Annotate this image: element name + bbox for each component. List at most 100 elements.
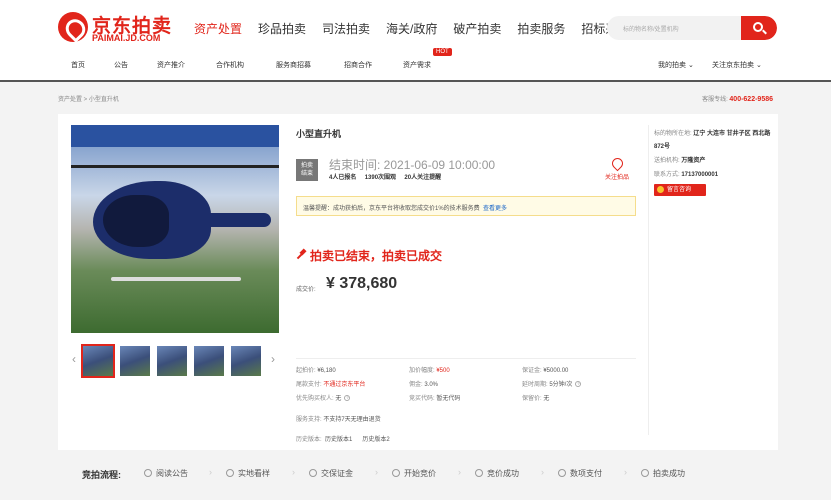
breadcrumb[interactable]: 资产处置 > 小型直升机: [58, 94, 119, 103]
thumbnail[interactable]: [194, 346, 224, 376]
helicopter-tail: [201, 213, 271, 227]
document-icon: [144, 469, 152, 477]
chevron-right-icon: ›: [292, 467, 295, 477]
view-count: 1390次围观: [364, 175, 397, 181]
subnav-announcement[interactable]: 公告: [114, 60, 128, 70]
final-price-label: 成交价:: [296, 287, 316, 293]
message-consult-button[interactable]: 留言咨询: [654, 184, 706, 196]
nav-bankruptcy-auction[interactable]: 破产拍卖: [453, 20, 501, 37]
subnav-home[interactable]: 首页: [71, 60, 85, 70]
nav-treasure-auction[interactable]: 珍品拍卖: [258, 20, 306, 37]
notice-more-link[interactable]: 查看更多: [483, 206, 507, 212]
helicopter-skid: [111, 277, 241, 281]
hot-badge: HOT: [433, 48, 452, 56]
badge-line2: 结束: [300, 171, 313, 177]
signup-count: 4人已报名: [329, 175, 357, 181]
item-title: 小型直升机: [296, 129, 342, 139]
notice-text: 温馨提醒：成功获拍后，京东平台将收取您成交价1%的技术服务费: [303, 206, 480, 212]
item-main-image[interactable]: [71, 125, 279, 333]
subnav-asset-promotion[interactable]: 资产推介: [157, 60, 185, 70]
deposit-icon: [309, 469, 317, 477]
flow-step-deposit: 交保证金: [309, 468, 353, 479]
logo-icon: [58, 12, 88, 42]
subnav-partner-agencies[interactable]: 合作机构: [216, 60, 244, 70]
service-support: 服务支持: 不支持7天无理由退货: [296, 417, 381, 423]
priority-buyer: 优先购买权人: 无?: [296, 395, 351, 402]
search-icon: [753, 22, 763, 32]
hotline-number: 400-622-9586: [729, 96, 773, 103]
help-icon[interactable]: ?: [344, 395, 351, 402]
delay-period: 延时周期: 5分钟/次?: [522, 381, 582, 388]
nav-asset-disposal[interactable]: 资产处置: [194, 20, 242, 37]
flow-step-inspect: 实地看样: [226, 468, 270, 479]
search-box: 标的物名称/处置机构: [607, 16, 777, 40]
jd-paimai-logo[interactable]: 京东拍卖 PAIMAI.JD.COM: [58, 12, 178, 44]
rotor-blade: [71, 165, 279, 168]
main-nav: 资产处置 珍品拍卖 司法拍卖 海关/政府 破产拍卖 拍卖服务 招标采购: [194, 20, 645, 37]
chevron-right-icon: ›: [541, 467, 544, 477]
chevron-right-icon: ›: [209, 467, 212, 477]
badge-line1: 拍卖: [300, 163, 313, 169]
chevron-right-icon: ›: [458, 467, 461, 477]
bid-code: 竞买代码: 暂无代码: [409, 396, 461, 402]
follow-jd-auction-menu[interactable]: 关注京东拍卖 ⌄: [712, 60, 762, 70]
customer-hotline: 客服专线: 400-622-9586: [702, 94, 773, 103]
start-price: 起拍价: ¥6,180: [296, 368, 336, 374]
follower-count: 20人关注提醒: [404, 175, 442, 181]
flow-step-read-notice: 阅读公告: [144, 468, 188, 479]
final-price: ¥ 378,680: [326, 275, 398, 292]
flow-title: 竞拍流程:: [82, 470, 121, 480]
end-time: 结束时间: 2021-06-09 10:00:00: [329, 158, 496, 172]
follow-label: 关注拍品: [604, 175, 629, 181]
thumb-next-icon[interactable]: ›: [271, 352, 275, 366]
agency-link[interactable]: 万隆资产: [681, 158, 705, 164]
hammer-icon: [475, 469, 483, 477]
auction-flow-bar: 竞拍流程: 阅读公告 › 实地看样 › 交保证金 › 开始竞价 › 竞价成功 ›…: [58, 458, 778, 488]
flow-step-payment: 数项支付: [558, 468, 602, 479]
hammer-icon: [296, 250, 306, 260]
auction-result: 拍卖已结束，拍卖已成交: [296, 247, 442, 264]
consigning-agency: 送拍机构: 万隆资产: [654, 158, 706, 164]
help-icon[interactable]: ?: [575, 381, 582, 388]
thumbnail[interactable]: [157, 346, 187, 376]
history-version-1-link[interactable]: 历史版本1: [325, 437, 352, 443]
history-version-2-link[interactable]: 历史版本2: [362, 437, 389, 443]
auction-status-badge: 拍卖 结束: [296, 159, 318, 181]
search-input[interactable]: 标的物名称/处置机构: [623, 24, 679, 33]
history-versions: 历史版本: 历史版本1 历史版本2: [296, 437, 390, 443]
nav-auction-service[interactable]: 拍卖服务: [517, 20, 565, 37]
site-header: 京东拍卖 PAIMAI.JD.COM 资产处置 珍品拍卖 司法拍卖 海关/政府 …: [0, 0, 831, 82]
subnav-asset-demand[interactable]: 资产需求: [403, 60, 431, 70]
commission: 佣金: 3.0%: [409, 382, 439, 388]
heart-icon: [609, 155, 625, 172]
thumbnail[interactable]: [120, 346, 150, 376]
thumbnail[interactable]: [231, 346, 261, 376]
nav-judicial-auction[interactable]: 司法拍卖: [322, 20, 370, 37]
nav-customs-government[interactable]: 海关/政府: [386, 20, 437, 37]
deposit: 保证金: ¥5000.00: [522, 368, 569, 374]
tail-payment: 尾款支付: 不通过京东平台: [296, 382, 366, 388]
auction-stats: 4人已报名 1390次围观 20人关注提醒: [329, 172, 441, 181]
reminder-notice: 温馨提醒：成功获拍后，京东平台将收取您成交价1%的技术服务费 查看更多: [296, 196, 636, 216]
check-icon: [641, 469, 649, 477]
divider: [296, 358, 636, 359]
thumbnail[interactable]: [81, 344, 115, 378]
my-auction-menu[interactable]: 我的拍卖 ⌄: [658, 60, 694, 70]
flow-step-auction-success: 拍卖成功: [641, 468, 685, 479]
follow-item-button[interactable]: 关注拍品: [602, 155, 632, 181]
subnav-investment[interactable]: 招商合作: [344, 60, 372, 70]
payment-icon: [558, 469, 566, 477]
thumb-prev-icon[interactable]: ‹: [72, 352, 76, 366]
result-text: 拍卖已结束，拍卖已成交: [310, 249, 443, 263]
tent-canopy: [71, 125, 279, 147]
bid-increment: 加价幅度: ¥500: [409, 368, 450, 374]
chevron-right-icon: ›: [375, 467, 378, 477]
clock-icon: [392, 469, 400, 477]
eye-icon: [226, 469, 234, 477]
search-button[interactable]: [741, 16, 777, 40]
side-divider: [648, 125, 649, 435]
logo-url-text: PAIMAI.JD.COM: [92, 33, 161, 43]
subnav-provider-recruit[interactable]: 服务商招募: [276, 60, 311, 70]
flow-step-start-bidding: 开始竞价: [392, 468, 436, 479]
contact-info: 联系方式: 17137000001: [654, 172, 719, 178]
